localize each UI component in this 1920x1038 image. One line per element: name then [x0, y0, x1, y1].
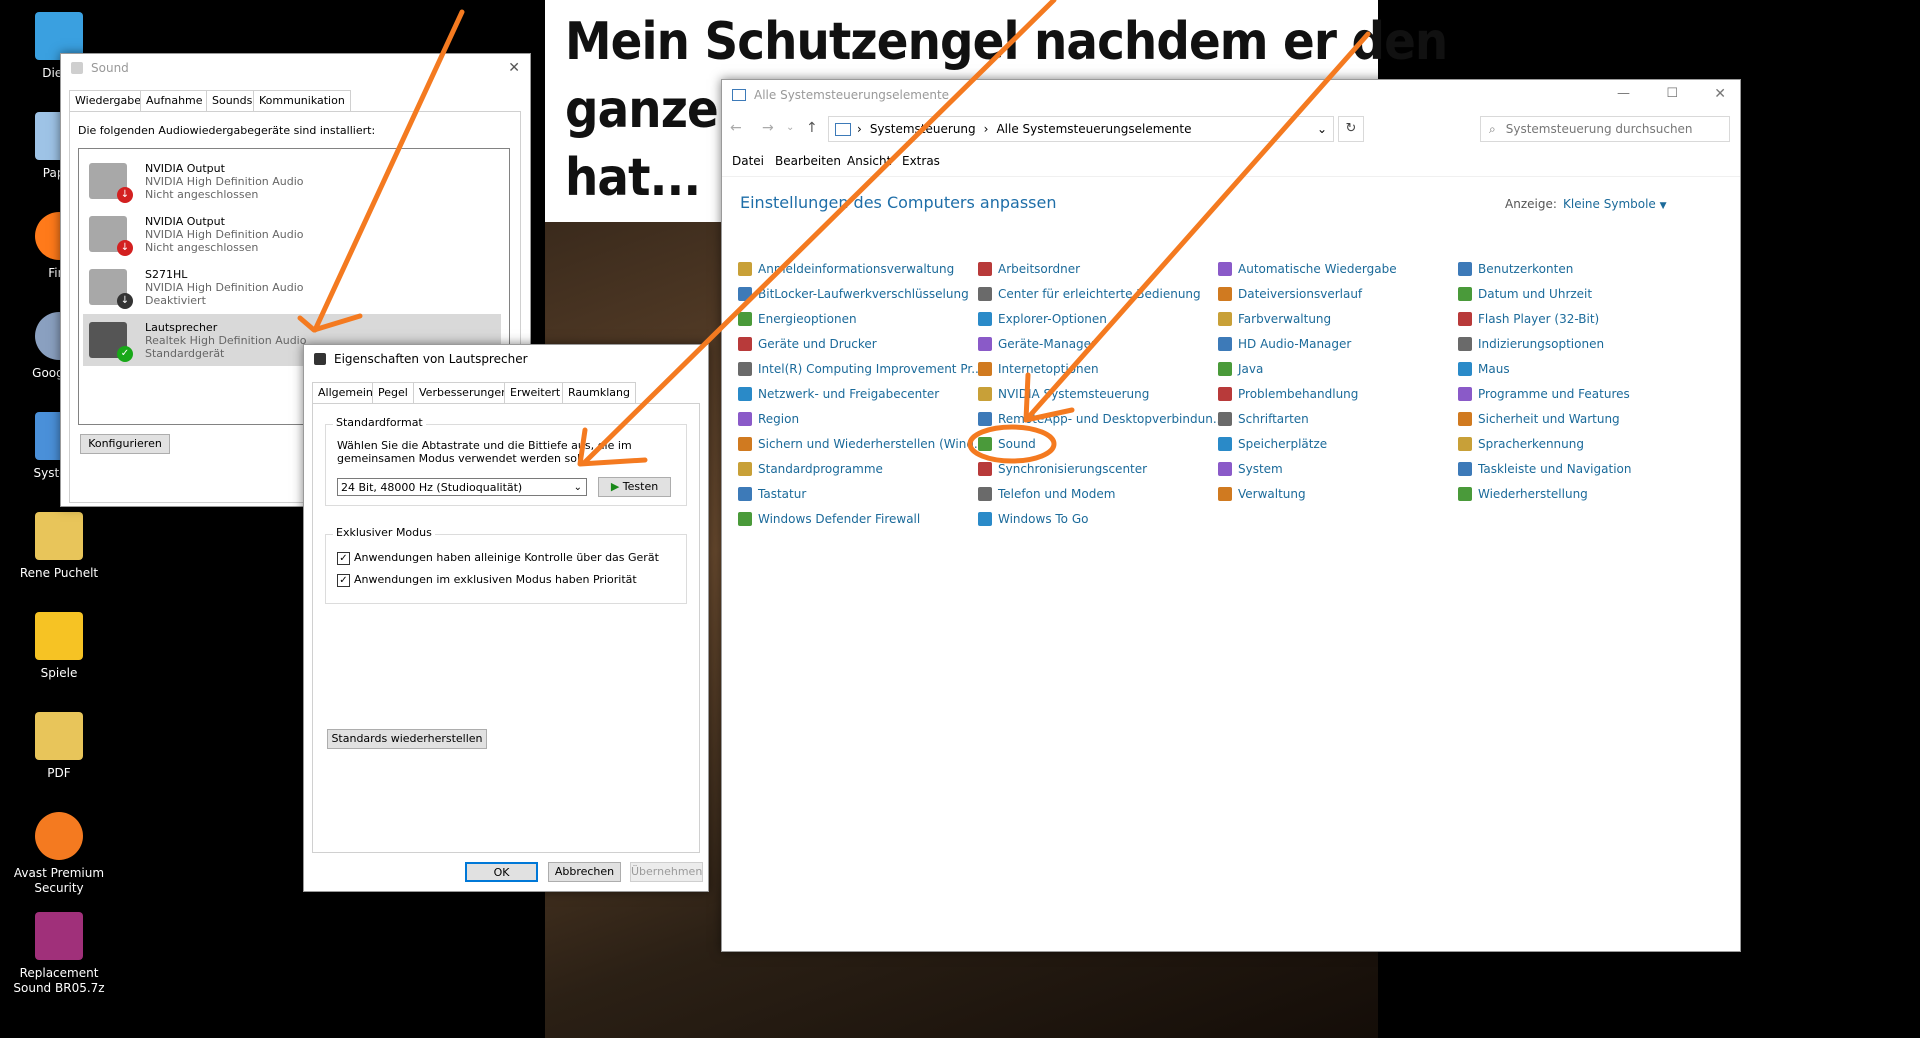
- annotation-arrow-to-format: [582, 0, 1057, 465]
- annotation-circle-sound: [967, 424, 1057, 464]
- annotation-arrow-to-device: [312, 9, 465, 333]
- annotation-arrow-to-sound: [1023, 31, 1371, 423]
- annotation-arrowhead-device: [297, 313, 363, 333]
- annotation-overlay: [297, 0, 1371, 467]
